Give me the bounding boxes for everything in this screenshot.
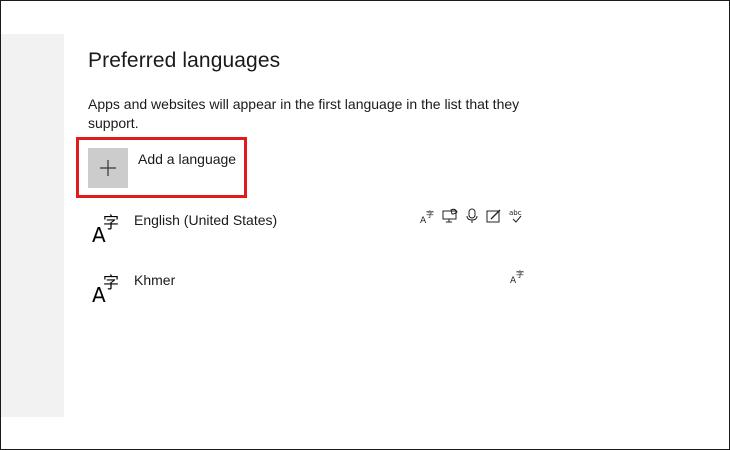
plus-icon bbox=[100, 160, 116, 176]
handwriting-icon bbox=[486, 209, 501, 223]
svg-text:字: 字 bbox=[426, 209, 434, 219]
svg-text:字: 字 bbox=[103, 213, 119, 232]
svg-text:abc: abc bbox=[509, 209, 522, 217]
section-description: Apps and websites will appear in the fir… bbox=[88, 96, 520, 131]
navigation-sidebar bbox=[1, 34, 64, 417]
svg-text:字: 字 bbox=[516, 269, 524, 279]
language-features: A 字 abc bbox=[420, 208, 530, 228]
add-language-button[interactable]: Add a language bbox=[88, 148, 388, 188]
spell-check-icon: abc bbox=[509, 209, 522, 223]
speech-recognition-icon bbox=[466, 208, 478, 223]
display-language-icon: A 字 bbox=[420, 209, 434, 224]
add-language-label: Add a language bbox=[138, 151, 237, 167]
display-language-icon: A 字 bbox=[510, 269, 524, 284]
svg-text:字: 字 bbox=[103, 273, 119, 292]
page-title: Preferred languages bbox=[88, 49, 281, 72]
language-name: English (United States) bbox=[134, 212, 278, 228]
language-item-khmer[interactable]: A 字 Khmer A 字 bbox=[88, 268, 538, 312]
language-name: Khmer bbox=[134, 272, 176, 288]
add-language-tile[interactable] bbox=[88, 148, 128, 188]
language-icon: A 字 bbox=[92, 213, 119, 245]
language-icon: A 字 bbox=[92, 273, 119, 305]
text-to-speech-icon bbox=[442, 208, 458, 223]
language-item-english[interactable]: A 字 English (United States) A 字 abc bbox=[88, 208, 538, 252]
language-features: A 字 bbox=[510, 268, 530, 288]
